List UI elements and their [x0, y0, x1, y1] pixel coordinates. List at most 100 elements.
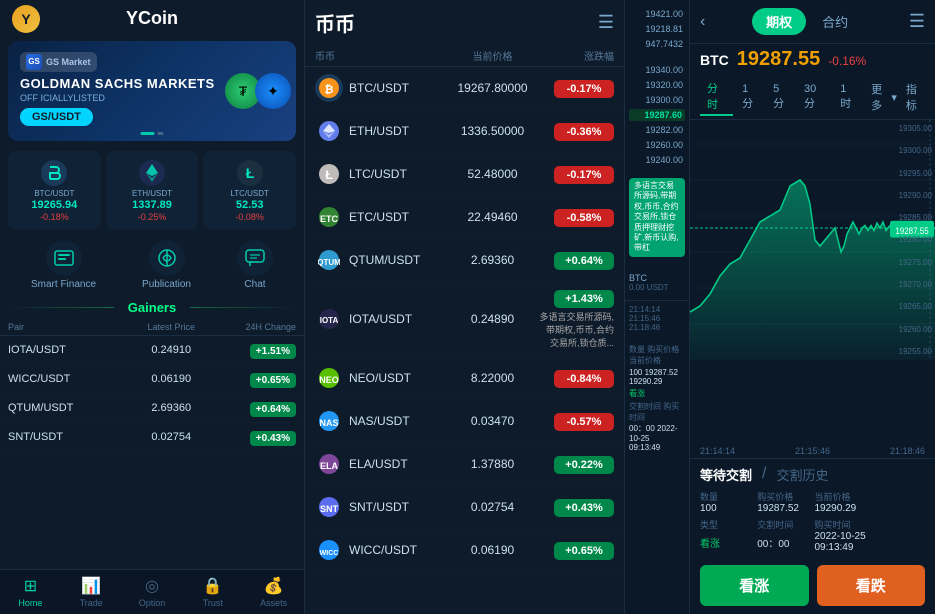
- table-row[interactable]: IOTA/USDT 0.24910 +1.51%: [0, 336, 304, 365]
- svg-text:₿: ₿: [325, 84, 334, 96]
- tab-more[interactable]: 更多▾: [864, 79, 904, 115]
- list-item[interactable]: ETH/USDT 1336.50000 -0.36%: [305, 110, 624, 153]
- nav-option[interactable]: ◎ Option: [122, 576, 183, 608]
- tab-options[interactable]: 期权: [752, 8, 806, 35]
- trade-divider: /: [762, 465, 766, 484]
- gs-banner[interactable]: GS GS Market GOLDMAN SACHS MARKETS OFF I…: [8, 41, 296, 141]
- publication-icon: [149, 240, 185, 276]
- sell-button[interactable]: 看跌: [817, 565, 926, 606]
- axis-19300: 19300.00: [883, 146, 932, 155]
- table-row[interactable]: WICC/USDT 0.06190 +0.65%: [0, 365, 304, 394]
- eth-change: -0.36%: [539, 122, 614, 141]
- publication-link[interactable]: Publication: [142, 240, 191, 290]
- list-item[interactable]: WICC WICC/USDT 0.06190 +0.65%: [305, 529, 624, 572]
- nav-trust[interactable]: 🔒 Trust: [182, 576, 243, 608]
- etc-coin-icon: ETC: [315, 203, 343, 231]
- p3-trade-time-label: 交割时间 购买时间: [629, 401, 685, 423]
- tab-1min[interactable]: 1分: [735, 81, 764, 113]
- p2-menu-icon[interactable]: ☰: [598, 12, 614, 33]
- row-pair: WICC/USDT: [8, 373, 123, 385]
- nas-change: -0.57%: [539, 412, 614, 431]
- list-item[interactable]: ELA ELA/USDT 1.37880 +0.22%: [305, 443, 624, 486]
- dot-1: [141, 132, 155, 135]
- list-item[interactable]: IOTA IOTA/USDT 0.24890 +1.43% 多语言交易所源码,带…: [305, 282, 624, 357]
- row-change: +0.65%: [219, 370, 296, 388]
- nav-trust-label: Trust: [203, 598, 223, 608]
- tab-5min[interactable]: 5分: [766, 81, 795, 113]
- price-row: BTC 19287.55 -0.16%: [690, 44, 935, 75]
- list-item[interactable]: ETC ETC/USDT 22.49460 -0.58%: [305, 196, 624, 239]
- order-meta-row: 类型 交割时间 购买时间: [700, 518, 925, 531]
- trust-icon: 🔒: [203, 576, 223, 596]
- axis-19260: 19260.00: [883, 325, 932, 334]
- nav-assets[interactable]: 💰 Assets: [243, 576, 304, 608]
- trade-tab-history[interactable]: 交割历史: [776, 465, 828, 484]
- eth-card[interactable]: ETH/USDT 1337.89 -0.25%: [106, 151, 199, 230]
- coin-list: ₿ BTC/USDT 19267.80000 -0.17% ETH/USDT 1…: [305, 67, 624, 614]
- coin-col-headers: 币币 当前价格 涨跌幅: [305, 45, 624, 67]
- ltc-pair: LTC/USDT: [349, 167, 407, 181]
- btc-card[interactable]: BTC/USDT 19265.94 -0.18%: [8, 151, 101, 230]
- list-item[interactable]: ₿ BTC/USDT 19267.80000 -0.17%: [305, 67, 624, 110]
- panel-price-strip: 19421.00 19218.81 947.7432 19340.00 1932…: [625, 0, 690, 614]
- time-label-1: 21:14:14: [700, 446, 735, 456]
- ltc-card[interactable]: Ł LTC/USDT 52.53 -0.08%: [203, 151, 296, 230]
- tab-fenshi[interactable]: 分时: [700, 78, 733, 116]
- svg-text:IOTA: IOTA: [320, 316, 339, 325]
- list-item[interactable]: QTUM QTUM/USDT 2.69360 +0.64%: [305, 239, 624, 282]
- tab-contract[interactable]: 合约: [808, 8, 862, 35]
- price-axis: 19305.00 19300.00 19295.00 19290.00 1928…: [880, 120, 935, 360]
- chat-link[interactable]: Chat: [237, 240, 273, 290]
- price-19240: 19240.00: [629, 154, 685, 166]
- tab-30min[interactable]: 30分: [797, 81, 831, 113]
- dot-2: [158, 132, 164, 135]
- coin-info-eth: ETH/USDT: [315, 117, 446, 145]
- p3-type: 看涨: [629, 388, 685, 399]
- nav-trade[interactable]: 📊 Trade: [61, 576, 122, 608]
- ela-coin-icon: ELA: [315, 450, 343, 478]
- nav-trade-label: Trade: [80, 598, 103, 608]
- nas-coin-icon: NAS: [315, 407, 343, 435]
- smart-finance-link[interactable]: Smart Finance: [31, 240, 96, 290]
- qty-label: 数量: [700, 490, 753, 503]
- row-price: 2.69360: [123, 402, 219, 414]
- col-change: 涨跌幅: [539, 48, 614, 63]
- list-item[interactable]: NAS NAS/USDT 0.03470 -0.57%: [305, 400, 624, 443]
- table-row[interactable]: SNT/USDT 0.02754 +0.43%: [0, 423, 304, 452]
- trade-tab-waiting[interactable]: 等待交割: [700, 465, 752, 484]
- quick-links: Smart Finance Publication C: [0, 236, 304, 296]
- coin-info-ltc: Ł LTC/USDT: [315, 160, 446, 188]
- nav-home[interactable]: ⊞ Home: [0, 576, 61, 608]
- p4-menu-icon[interactable]: ☰: [909, 11, 925, 32]
- list-item[interactable]: NEO NEO/USDT 8.22000 -0.84%: [305, 357, 624, 400]
- btc-pair: BTC/USDT: [349, 81, 409, 95]
- row-pair: IOTA/USDT: [8, 344, 123, 356]
- row-price: 0.06190: [123, 373, 219, 385]
- banner-button[interactable]: GS/USDT: [20, 108, 93, 126]
- publication-label: Publication: [142, 279, 191, 290]
- cur-price-value: 19290.29: [815, 503, 868, 514]
- buy-button[interactable]: 看涨: [700, 565, 809, 606]
- coin-info-nas: NAS NAS/USDT: [315, 407, 446, 435]
- svg-text:NAS: NAS: [319, 418, 338, 428]
- price-19282: 19282.00: [629, 124, 685, 136]
- th-price: Latest Price: [123, 322, 219, 332]
- buy-price-value: 19287.52: [757, 503, 810, 514]
- th-pair: Pair: [8, 322, 123, 332]
- axis-19255: 19255.00: [883, 347, 932, 356]
- wicc-change: +0.65%: [539, 541, 614, 560]
- table-row[interactable]: QTUM/USDT 2.69360 +0.64%: [0, 394, 304, 423]
- back-button[interactable]: ‹: [700, 13, 705, 31]
- list-item[interactable]: Ł LTC/USDT 52.48000 -0.17%: [305, 153, 624, 196]
- trade-section: 等待交割 / 交割历史 数量 购买价格 当前价格 100 19287.52 19…: [690, 458, 935, 559]
- assets-icon: 💰: [264, 576, 284, 596]
- option-icon: ◎: [142, 576, 162, 596]
- buy-time-label: 购买时间: [815, 518, 868, 531]
- list-item[interactable]: SNT SNT/USDT 0.02754 +0.43%: [305, 486, 624, 529]
- wicc-price: 0.06190: [446, 543, 539, 557]
- p1-header: Y YCoin: [0, 0, 304, 37]
- p2-header: 币币 ☰: [305, 0, 624, 45]
- tab-1h[interactable]: 1时: [833, 81, 862, 113]
- indicator-button[interactable]: 指标: [906, 81, 925, 113]
- trade-time-value: 00：00: [757, 535, 810, 550]
